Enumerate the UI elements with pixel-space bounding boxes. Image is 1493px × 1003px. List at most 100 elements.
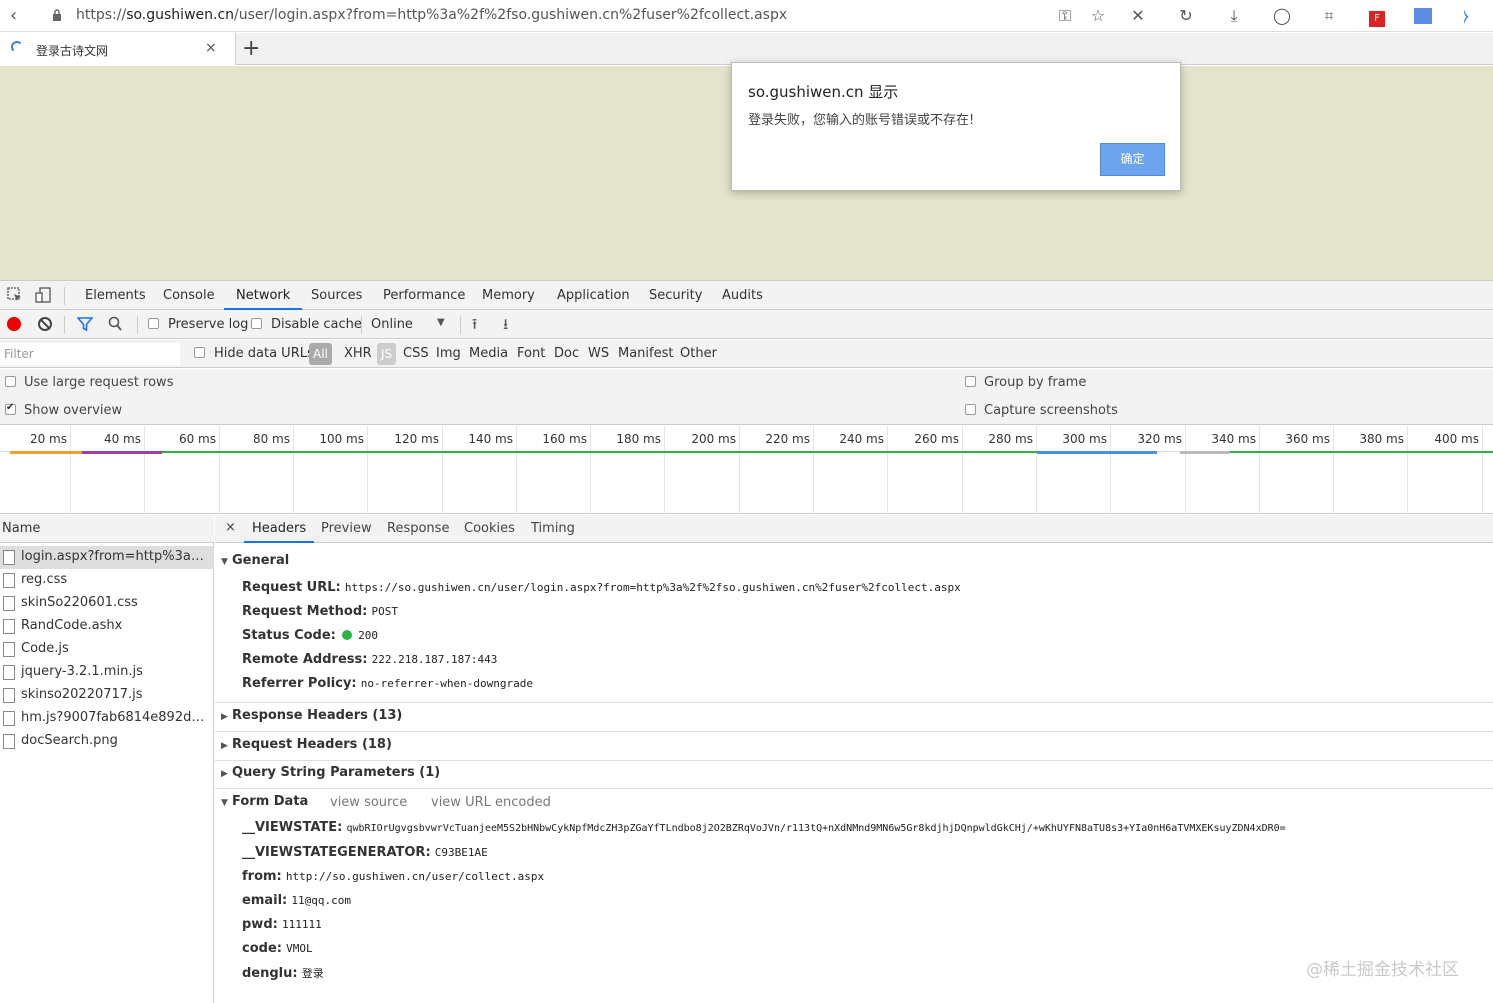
request-row[interactable]: reg.css [0,569,214,592]
record-button[interactable] [7,317,21,331]
timeline-tick-label: 400 ms [1434,432,1479,446]
form-value: VMOL [286,942,313,955]
tab-application[interactable]: Application [557,281,630,310]
close-icon[interactable]: ✕ [1126,4,1150,28]
speaker-icon[interactable]: ⧽ [1454,4,1478,28]
filter-type-js[interactable]: JS [377,343,397,365]
crop-icon[interactable]: ⌗ [1317,4,1341,28]
request-row[interactable]: docSearch.png [0,730,214,753]
tab-elements[interactable]: Elements [85,281,146,310]
loading-spinner-icon [11,41,23,53]
request-row[interactable]: hm.js?9007fab6814e892d3020... [0,707,214,730]
tab-preview[interactable]: Preview [321,521,372,536]
general-value: 200 [358,629,379,642]
back-arrow-icon[interactable]: ‹ [10,5,17,26]
new-tab-button[interactable]: + [242,36,260,61]
chevron-down-icon[interactable]: ▼ [437,317,445,328]
group-by-frame-checkbox[interactable] [965,376,976,387]
form-data-row: code: VMOL [242,941,313,956]
tab-close-icon[interactable]: × [205,40,217,56]
request-headers-toggle[interactable]: ▶ Request Headers (18) [221,737,392,752]
browser-tab[interactable]: 登录古诗文网 × [0,33,236,65]
device-toolbar-icon[interactable] [34,286,52,304]
apps-icon[interactable] [1411,4,1435,28]
form-data-row: __VIEWSTATEGENERATOR: C93BE1AE [242,845,488,860]
tab-headers[interactable]: Headers [244,521,315,543]
request-row[interactable]: skinso20220717.js [0,684,214,707]
filter-icon[interactable] [77,316,93,332]
form-data-toggle[interactable]: ▼ Form Data [221,794,308,809]
form-data-row: denglu: 登录 [242,965,324,981]
import-har-icon[interactable]: ⭱ [472,314,477,339]
export-har-icon[interactable]: ⭳ [503,314,508,339]
filter-type-manifest[interactable]: Manifest [618,346,673,361]
show-overview-checkbox[interactable] [5,402,16,415]
request-row[interactable]: login.aspx?from=http%3a%2f... [0,546,214,569]
download-icon[interactable]: ⤓ [1222,4,1246,28]
reload-icon[interactable]: ↻ [1174,4,1198,28]
timeline-bar-purple [82,451,162,454]
tab-performance[interactable]: Performance [383,281,465,310]
url-field[interactable]: https://so.gushiwen.cn/user/login.aspx?f… [76,7,787,23]
tab-security[interactable]: Security [649,281,702,310]
view-source-link[interactable]: view source [330,795,407,810]
throttle-select[interactable]: Online [371,317,413,332]
preserve-log-checkbox[interactable] [148,318,159,329]
response-headers-toggle[interactable]: ▶ Response Headers (13) [221,708,402,723]
alert-ok-button[interactable]: 确定 [1100,143,1165,176]
triangle-right-icon: ▶ [221,712,228,722]
general-value: https://so.gushiwen.cn/user/login.aspx?f… [344,581,961,594]
search-icon[interactable] [108,316,122,332]
filter-type-ws[interactable]: WS [588,346,609,361]
tab-memory[interactable]: Memory [482,281,535,310]
tab-timing[interactable]: Timing [531,521,575,536]
close-detail-icon[interactable]: × [225,520,236,535]
view-url-encoded-link[interactable]: view URL encoded [431,795,551,810]
filter-input[interactable]: Filter [0,343,180,365]
filter-type-other[interactable]: Other [680,346,717,361]
tab-network[interactable]: Network [224,281,303,310]
alert-title: so.gushiwen.cn 显示 [748,83,899,101]
query-params-toggle[interactable]: ▶ Query String Parameters (1) [221,765,440,780]
tab-audits[interactable]: Audits [722,281,763,310]
file-icon [3,734,15,749]
capture-screenshots-checkbox[interactable] [965,404,976,415]
account-icon[interactable]: ◯ [1270,4,1294,28]
filter-type-doc[interactable]: Doc [554,346,579,361]
form-data-row: from: http://so.gushiwen.cn/user/collect… [242,869,544,884]
request-row[interactable]: jquery-3.2.1.min.js [0,661,214,684]
form-value: 登录 [301,967,324,980]
name-column-header[interactable]: Name [2,521,40,536]
request-row[interactable]: Code.js [0,638,214,661]
filter-type-xhr[interactable]: XHR [344,346,372,361]
large-rows-checkbox[interactable] [5,376,16,387]
request-row[interactable]: skinSo220601.css [0,592,214,615]
star-icon[interactable]: ☆ [1086,4,1110,28]
key-icon[interactable]: ⚿ [1053,4,1077,28]
form-data-title: Form Data [232,794,309,809]
filter-type-media[interactable]: Media [469,346,508,361]
tab-response[interactable]: Response [387,521,449,536]
tab-cookies[interactable]: Cookies [464,521,515,536]
request-list: Name login.aspx?from=http%3a%2f... reg.cs… [0,515,214,1003]
overview-timeline[interactable]: 20 ms 40 ms 60 ms 80 ms 100 ms 120 ms 140 ms 16… [0,426,1493,514]
timeline-gridline [144,426,145,514]
tab-sources[interactable]: Sources [311,281,362,310]
tab-console[interactable]: Console [163,281,215,310]
timeline-gridline [887,426,888,514]
general-section-toggle[interactable]: ▼ General [221,553,289,568]
request-row[interactable]: RandCode.ashx [0,615,214,638]
extension-icon[interactable]: F [1365,4,1389,28]
timeline-bar-blue [1037,451,1157,454]
filter-type-css[interactable]: CSS [403,346,429,361]
devtools-tabbar: Elements Console Network Sources Perform… [0,280,1493,310]
filter-type-font[interactable]: Font [517,346,545,361]
hide-data-urls-checkbox[interactable] [194,347,205,358]
timeline-gridline [962,426,963,514]
filter-type-all[interactable]: All [309,343,332,365]
disable-cache-checkbox[interactable] [251,318,262,329]
inspect-element-icon[interactable] [6,286,24,304]
clear-button[interactable] [38,317,52,331]
form-data-row: pwd: 111111 [242,917,322,932]
filter-type-img[interactable]: Img [436,346,461,361]
